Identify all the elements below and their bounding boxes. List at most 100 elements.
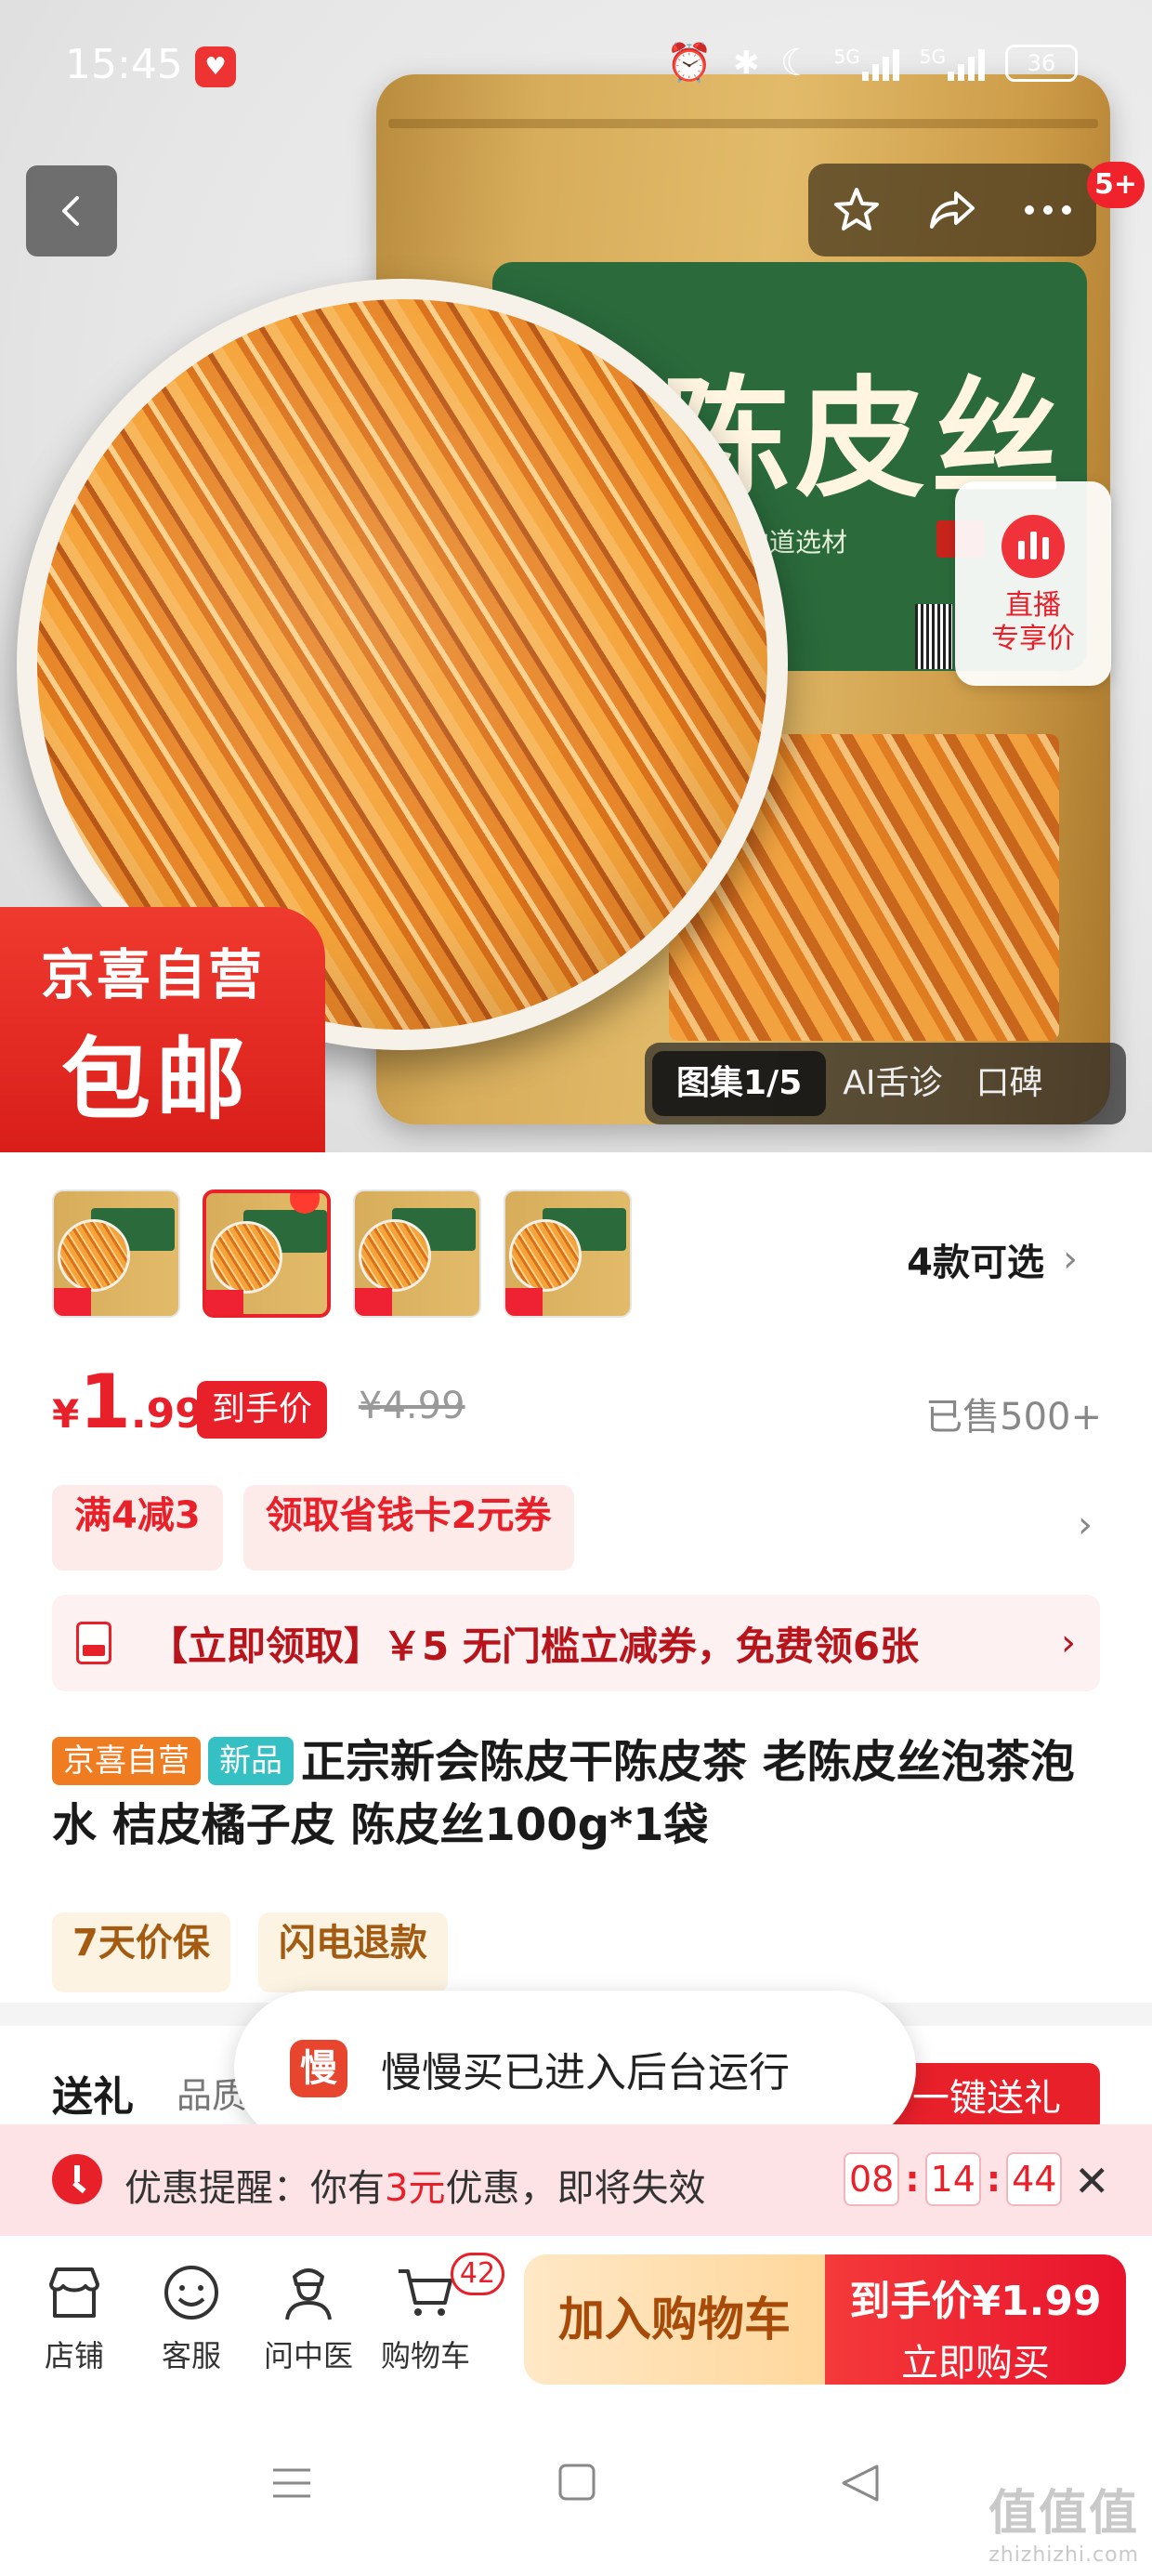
watermark: 值值值 zhizhizhi.com	[988, 2474, 1139, 2567]
chevron-right-icon: ›	[1078, 1504, 1093, 1546]
tab-gallery[interactable]: 图集1/5	[652, 1051, 827, 1116]
original-price: ¥4.99	[359, 1385, 465, 1427]
more-icon	[1025, 205, 1072, 215]
sold-count: 已售500+	[925, 1396, 1102, 1439]
live-label-line2: 专享价	[991, 623, 1075, 655]
variant-thumb[interactable]	[52, 1189, 180, 1318]
gift-title: 送礼	[52, 2073, 134, 2121]
variant-thumbnails	[52, 1189, 632, 1318]
status-icons: ⏰ ✱ ☾ 5G 5G 36	[666, 41, 1078, 85]
shop-icon	[49, 2267, 99, 2318]
moon-icon: ☾	[779, 41, 814, 85]
live-label-line1: 直播	[1005, 589, 1061, 622]
countdown-minutes: 14	[924, 2152, 981, 2206]
signal-2-icon	[948, 46, 985, 81]
favorite-button[interactable]	[819, 173, 894, 247]
chevron-right-icon: ›	[1063, 1238, 1078, 1281]
app-notification-icon: ♥	[195, 46, 236, 87]
chevron-left-icon	[62, 196, 79, 226]
service-fast-refund[interactable]: 闪电退款	[257, 1912, 448, 1992]
nav-shop[interactable]: 店铺	[19, 2260, 130, 2375]
nav-cart[interactable]: 42 购物车	[370, 2253, 504, 2375]
network-1-label: 5G	[833, 45, 860, 68]
signal-1-icon	[861, 46, 899, 81]
chevron-right-icon: ›	[1061, 1622, 1076, 1664]
buy-now-button[interactable]: 到手价¥1.99 立即购买	[825, 2254, 1126, 2385]
clock-icon	[52, 2154, 102, 2204]
buy-now-price: 到手价¥1.99	[849, 2278, 1102, 2325]
star-icon	[833, 188, 879, 230]
price-row: ¥1.99 到手价 ¥4.99 已售500+	[52, 1359, 1102, 1445]
status-time: 15:45	[65, 41, 183, 88]
manmanmai-app-icon: 慢	[290, 2040, 347, 2097]
promo-row[interactable]: 满4减3 领取省钱卡2元券 ›	[52, 1485, 1102, 1571]
watermark-text: 值值值	[988, 2486, 1139, 2542]
add-to-cart-button[interactable]: 加入购物车	[524, 2254, 825, 2385]
price-currency: ¥	[52, 1391, 80, 1437]
signal-2: 5G	[920, 46, 985, 81]
bluetooth-icon: ✱	[733, 44, 760, 82]
service-tags: 7天价保 闪电退款	[52, 1912, 448, 1992]
reminder-prefix: 优惠提醒：你有	[124, 2167, 385, 2210]
product-info-card: 4款可选 › ¥1.99 到手价 ¥4.99 已售500+ 满4减3 领取省钱卡…	[0, 1152, 1152, 2003]
signal-1: 5G	[834, 46, 899, 81]
promo-tag-discount[interactable]: 满4减3	[52, 1485, 223, 1571]
variant-thumb[interactable]	[353, 1189, 481, 1318]
reminder-text: 优惠提醒：你有3元优惠，即将失效	[124, 2158, 705, 2212]
background-running-toast: 慢 慢慢买已进入后台运行	[234, 1991, 916, 2147]
share-icon	[929, 191, 975, 229]
variant-thumb-selected[interactable]	[203, 1189, 331, 1318]
live-price-card[interactable]: 直播 专享价	[955, 481, 1111, 686]
menu-icon	[273, 2468, 310, 2498]
back-button[interactable]	[26, 165, 117, 256]
network-2-label: 5G	[919, 45, 946, 68]
alarm-icon: ⏰	[666, 42, 713, 85]
final-price: ¥1.99	[52, 1359, 203, 1445]
bottom-action-bar: 店铺 客服 问中医 42 购物车 加入购物车 到手价¥1.99 立即购买	[0, 2236, 1152, 2394]
promo-tag-coupon-card[interactable]: 领取省钱卡2元券	[242, 1485, 574, 1571]
variant-selector[interactable]: 4款可选 ›	[907, 1232, 1078, 1286]
coupon-icon	[76, 1622, 111, 1664]
discount-reminder-bar[interactable]: 优惠提醒：你有3元优惠，即将失效 08 : 14 : 44 ✕	[0, 2124, 1152, 2236]
badge-line1: 京喜自营	[41, 943, 265, 1006]
notification-badge: 5+	[1087, 162, 1145, 208]
new-tag: 新品	[208, 1737, 294, 1785]
variant-count: 4款可选	[907, 1242, 1044, 1284]
nav-customer-service[interactable]: 客服	[136, 2260, 247, 2375]
nav-cart-label: 购物车	[380, 2338, 470, 2373]
triangle-back-icon	[842, 2464, 879, 2502]
home-square-icon	[558, 2464, 596, 2501]
variant-thumb[interactable]	[504, 1189, 632, 1318]
nav-customer-service-label: 客服	[161, 2338, 221, 2373]
more-button[interactable]	[1011, 173, 1085, 247]
live-icon	[1001, 515, 1065, 578]
final-price-badge: 到手价	[197, 1381, 328, 1439]
nav-shop-label: 店铺	[44, 2338, 104, 2373]
countdown-timer: 08 : 14 : 44	[844, 2152, 1063, 2206]
watermark-url: zhizhizhi.com	[988, 2543, 1139, 2567]
close-icon[interactable]: ✕	[1074, 2160, 1110, 2202]
back-nav-button[interactable]	[840, 2463, 881, 2507]
store-tag: 京喜自营	[52, 1737, 201, 1785]
tab-reviews[interactable]: 口碑	[960, 1051, 1060, 1116]
product-image-gallery[interactable]: 陈皮丝 地道选材 京喜自营 包邮 15:45 ♥ ⏰ ✱ ☾ 5G 5G 36	[0, 0, 1152, 1152]
menu-nav-button[interactable]	[271, 2463, 312, 2507]
cart-icon	[399, 2269, 452, 2316]
service-price-protect[interactable]: 7天价保	[52, 1912, 230, 1992]
reminder-amount: 3元	[385, 2167, 446, 2210]
buy-now-label: 立即购买	[901, 2342, 1050, 2385]
nav-doctor-label: 问中医	[263, 2338, 353, 2373]
tab-ai-tongue[interactable]: AI舌诊	[826, 1051, 959, 1116]
coupon-banner[interactable]: 【立即领取】￥5 无门槛立减券，免费领6张 ›	[52, 1595, 1100, 1691]
countdown-hours: 08	[844, 2152, 900, 2206]
product-title-block: 京喜自营 新品 正宗新会陈皮干陈皮茶 老陈皮丝泡茶泡水 桔皮橘子皮 陈皮丝100g*…	[52, 1730, 1102, 1857]
share-button[interactable]	[915, 173, 989, 247]
system-navigation-bar: 值值值 zhizhizhi.com	[0, 2394, 1152, 2576]
nav-doctor[interactable]: 问中医	[253, 2260, 364, 2375]
cart-count-badge: 42	[451, 2253, 504, 2295]
product-title: 正宗新会陈皮干陈皮茶 老陈皮丝泡茶泡水 桔皮橘子皮 陈皮丝100g*1袋	[52, 1736, 1075, 1851]
home-nav-button[interactable]	[557, 2463, 596, 2505]
top-actions	[808, 164, 1096, 256]
self-operated-badge: 京喜自营 包邮	[0, 907, 325, 1152]
battery-icon: 36	[1005, 44, 1078, 82]
